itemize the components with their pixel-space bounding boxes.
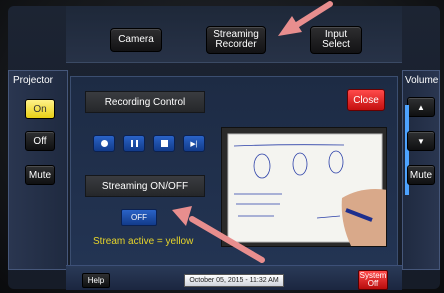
pause-button[interactable] (123, 135, 145, 152)
projector-mute-button[interactable]: Mute (25, 165, 55, 185)
stop-icon (160, 140, 168, 147)
camera-button[interactable]: Camera (110, 28, 162, 52)
volume-up-button[interactable]: ▲ (407, 97, 435, 117)
record-button[interactable] (93, 135, 115, 152)
video-preview (221, 127, 387, 247)
top-bar: Camera Streaming Recorder Input Select (66, 6, 402, 63)
projector-panel: Projector On Off Mute (8, 70, 68, 270)
triangle-up-icon: ▲ (417, 102, 425, 112)
bottom-bar: Help October 05, 2015 - 11:32 AM System … (66, 265, 402, 290)
next-chapter-button[interactable]: ▶| (183, 135, 205, 152)
whiteboard-preview-image (227, 133, 386, 246)
input-select-button[interactable]: Input Select (310, 26, 362, 54)
volume-down-button[interactable]: ▼ (407, 131, 435, 151)
volume-title: Volume (405, 75, 439, 86)
volume-mute-button[interactable]: Mute (407, 165, 435, 185)
projector-off-button[interactable]: Off (25, 131, 55, 151)
stream-active-hint: Stream active = yellow (93, 236, 194, 247)
projector-title: Projector (13, 75, 54, 86)
pause-icon (130, 140, 138, 147)
recording-control-title: Recording Control (85, 91, 205, 113)
system-off-button[interactable]: System Off (358, 270, 388, 290)
help-button[interactable]: Help (82, 273, 110, 288)
stop-button[interactable] (153, 135, 175, 152)
recording-panel: Recording Control Close ▶| Streaming ON/… (70, 76, 398, 266)
volume-panel: Volume ▲ ▼ Mute (402, 70, 440, 270)
next-icon: ▶| (190, 140, 198, 148)
streaming-recorder-button[interactable]: Streaming Recorder (206, 26, 266, 54)
record-icon (100, 140, 108, 147)
streaming-onoff-title: Streaming ON/OFF (85, 175, 205, 197)
touch-panel-screen: Camera Streaming Recorder Input Select P… (8, 6, 440, 290)
close-button[interactable]: Close (347, 89, 385, 111)
streaming-toggle-button[interactable]: OFF (121, 209, 157, 226)
datetime-display: October 05, 2015 - 11:32 AM (184, 274, 284, 287)
triangle-down-icon: ▼ (417, 136, 425, 146)
projector-on-button[interactable]: On (25, 99, 55, 119)
